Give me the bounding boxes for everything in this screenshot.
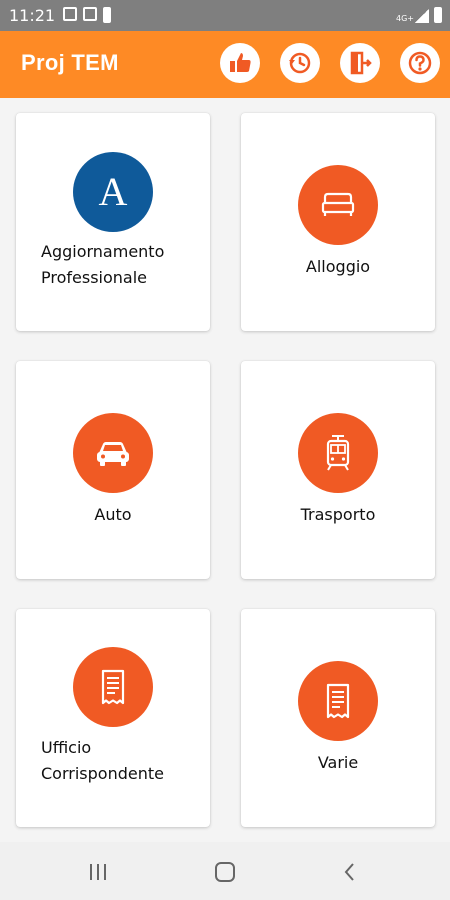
category-label: Alloggio (305, 257, 371, 276)
help-button[interactable] (400, 43, 440, 83)
category-label-line2: Corrispondente (41, 764, 164, 783)
back-icon[interactable] (338, 860, 362, 884)
logout-door-icon (350, 51, 372, 75)
car-icon (97, 442, 129, 466)
home-icon[interactable] (213, 860, 237, 884)
category-label: Trasporto (300, 505, 376, 524)
tram-icon (326, 435, 350, 471)
category-label-line2: Professionale (41, 268, 147, 287)
receipt-icon-badge (73, 647, 153, 727)
category-card-trasporto[interactable]: Trasporto (241, 361, 435, 579)
logout-button[interactable] (340, 43, 380, 83)
help-icon (408, 51, 432, 75)
system-navigation-bar (0, 842, 450, 900)
category-label: Aggiornamento Professionale (41, 239, 164, 291)
category-card-alloggio[interactable]: Alloggio (241, 113, 435, 331)
category-label: Varie (317, 753, 359, 772)
category-label: Auto (94, 505, 132, 524)
bed-icon (321, 192, 355, 216)
notification-icons (63, 7, 111, 23)
signal-icon (415, 9, 429, 23)
status-time: 11:21 (9, 6, 56, 25)
system-icons: 4G+ (396, 7, 442, 23)
gallery-notification-icon (83, 7, 97, 21)
letter-a-logo: A (73, 152, 153, 232)
tram-icon-badge (298, 413, 378, 493)
category-label-line1: Aggiornamento (41, 242, 165, 261)
letter-a-text: A (99, 170, 128, 214)
battery-icon (434, 7, 442, 23)
app-bar: Proj TEM (0, 31, 450, 98)
category-card-varie[interactable]: Varie (241, 609, 435, 827)
history-button[interactable] (280, 43, 320, 83)
app-title: Proj TEM (21, 50, 119, 75)
thumbs-up-icon (230, 53, 251, 72)
like-button[interactable] (220, 43, 260, 83)
receipt-icon-badge (298, 661, 378, 741)
receipt-icon (326, 683, 350, 719)
category-card-aggiornamento-professionale[interactable]: A Aggiornamento Professionale (16, 113, 210, 331)
clipboard-notification-icon (103, 7, 111, 23)
category-card-ufficio-corrispondente[interactable]: Ufficio Corrispondente (16, 609, 210, 827)
recent-apps-icon[interactable] (86, 860, 110, 884)
receipt-icon (101, 669, 125, 705)
category-card-auto[interactable]: Auto (16, 361, 210, 579)
category-label: Ufficio Corrispondente (41, 735, 164, 787)
category-label-line1: Ufficio (41, 738, 92, 757)
car-icon-badge (73, 413, 153, 493)
bed-icon-badge (298, 165, 378, 245)
network-type: 4G+ (396, 14, 414, 23)
image-notification-icon (63, 7, 77, 21)
history-icon (289, 52, 311, 74)
status-bar: 11:21 4G+ (0, 0, 450, 31)
